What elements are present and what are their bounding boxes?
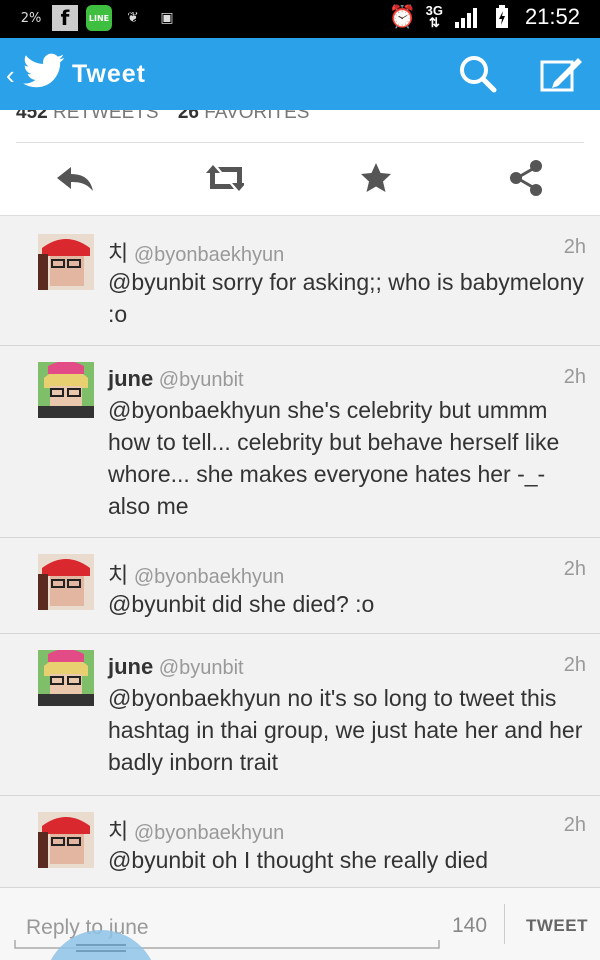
- tweet-handle[interactable]: @byunbit: [159, 657, 244, 679]
- list-item[interactable]: 치 @byonbaekhyun 2h @byunbit did she died…: [0, 538, 600, 634]
- tweet-text: @byonbaekhyun she's celebrity but ummm h…: [108, 397, 560, 519]
- twitter-bird-icon[interactable]: [22, 52, 66, 97]
- compose-icon[interactable]: [538, 52, 582, 96]
- app-bar: ‹ Tweet: [0, 38, 600, 110]
- avatar[interactable]: [38, 362, 94, 418]
- tweet-actions-bar: [0, 130, 600, 216]
- tweet-text: @byunbit sorry for asking;; who is babym…: [108, 269, 584, 327]
- avatar[interactable]: [38, 554, 94, 610]
- favorites-label: FAVORITES: [204, 110, 310, 123]
- back-chevron-icon[interactable]: ‹: [6, 60, 15, 91]
- notification-icon: 2%: [18, 5, 44, 31]
- tweet-text: @byunbit did she died? :o: [108, 591, 375, 617]
- tweet-time: 2h: [563, 236, 586, 258]
- tweet-text: @byunbit oh I thought she really died: [108, 847, 489, 873]
- network-type: 3G ⇅: [425, 3, 443, 30]
- tweet-time: 2h: [563, 558, 586, 580]
- list-item[interactable]: 치 @byonbaekhyun 2h @byunbit oh I thought…: [0, 796, 600, 888]
- avatar[interactable]: [38, 234, 94, 290]
- avatar[interactable]: [38, 650, 94, 706]
- share-icon[interactable]: [506, 158, 546, 198]
- tweet-author-name: 치: [108, 564, 129, 589]
- tweet-author-name: 치: [108, 242, 129, 267]
- gallery-icon: ▣: [160, 10, 174, 26]
- leaf-icon: ❦: [127, 10, 139, 26]
- battery-charging-icon: [489, 4, 515, 30]
- tweet-send-button[interactable]: TWEET: [526, 916, 588, 936]
- list-item[interactable]: june @byunbit 2h @byonbaekhyun no it's s…: [0, 634, 600, 796]
- clock: 21:52: [524, 4, 580, 29]
- tweet-handle[interactable]: @byonbaekhyun: [134, 822, 284, 844]
- list-item[interactable]: june @byunbit 2h @byonbaekhyun she's cel…: [0, 346, 600, 538]
- tweet-time: 2h: [563, 814, 586, 836]
- tweet-author-name: 치: [108, 820, 129, 845]
- tweet-author-name: june: [108, 654, 154, 679]
- page-title: Tweet: [72, 60, 146, 88]
- divider: [504, 904, 505, 944]
- char-count: 140: [452, 914, 488, 937]
- retweets-label: RETWEETS: [52, 110, 159, 123]
- tweet-handle[interactable]: @byonbaekhyun: [134, 244, 284, 266]
- facebook-icon: f: [52, 5, 78, 31]
- tweet-author-name: june: [108, 366, 154, 391]
- avatar[interactable]: [38, 812, 94, 868]
- list-item[interactable]: 치 @byonbaekhyun 2h @byunbit sorry for as…: [0, 216, 600, 346]
- tweet-text: @byonbaekhyun no it's so long to tweet t…: [108, 685, 583, 775]
- tweet-time: 2h: [563, 654, 586, 676]
- tweet-stats: 452 RETWEETS 26 FAVORITES: [0, 110, 600, 130]
- status-bar: 2% f LINE ❦ ▣ ⏰ 3G ⇅ 21:52: [0, 0, 600, 38]
- retweet-icon[interactable]: [204, 158, 244, 198]
- alarm-icon: ⏰: [388, 4, 417, 30]
- tweet-handle[interactable]: @byonbaekhyun: [134, 566, 284, 588]
- search-icon[interactable]: [456, 52, 500, 96]
- signal-icon: [453, 4, 479, 30]
- tweet-time: 2h: [563, 366, 586, 388]
- reply-icon[interactable]: [55, 158, 95, 198]
- tweet-handle[interactable]: @byunbit: [159, 369, 244, 391]
- divider: [16, 142, 584, 143]
- favorite-icon[interactable]: [356, 158, 396, 198]
- favorites-count: 26: [177, 110, 199, 123]
- battery-percent: 2%: [20, 10, 42, 26]
- line-app-icon: LINE: [86, 5, 112, 31]
- retweets-count: 452: [16, 110, 48, 123]
